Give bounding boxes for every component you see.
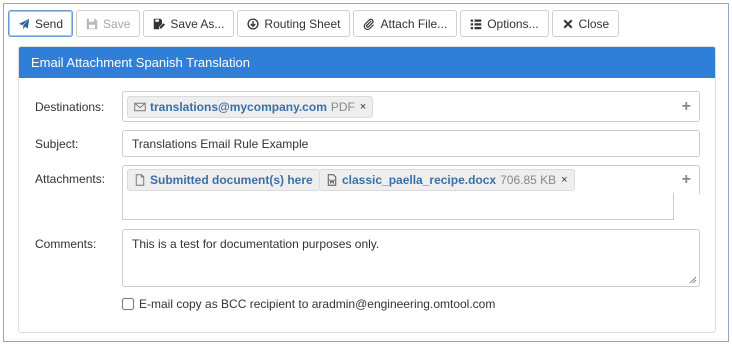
toolbar: Send Save Save As... Routing Sheet Attac… [8, 10, 620, 38]
options-button[interactable]: Options... [460, 10, 549, 37]
attach-file-label: Attach File... [380, 16, 448, 31]
attachments-field[interactable]: Submitted document(s) here classic_paell… [122, 165, 700, 194]
close-button[interactable]: Close [551, 10, 620, 37]
floppy-disk-icon [86, 18, 98, 29]
x-icon [563, 19, 572, 28]
bcc-checkbox[interactable] [122, 298, 134, 310]
panel-header: Email Attachment Spanish Translation [19, 47, 715, 78]
destinations-label: Destinations: [35, 100, 105, 114]
send-button[interactable]: Send [8, 10, 74, 37]
attachment-tag-submitted[interactable]: Submitted document(s) here [127, 169, 320, 191]
routing-sheet-button[interactable]: Routing Sheet [237, 10, 351, 37]
circle-arrow-down-icon [247, 17, 259, 30]
destination-format: PDF [330, 100, 355, 114]
save-label: Save [103, 16, 131, 31]
remove-attachment-button[interactable]: × [561, 174, 567, 186]
comments-label: Comments: [35, 237, 97, 251]
save-button[interactable]: Save [76, 10, 141, 37]
resize-handle-icon[interactable] [689, 276, 697, 284]
comments-textarea[interactable]: This is a test for documentation purpose… [122, 229, 700, 287]
subject-value: Translations Email Rule Example [132, 137, 309, 151]
attachments-drop-area[interactable] [122, 193, 674, 220]
add-destination-button[interactable]: + [682, 99, 691, 115]
attachment-name: classic_paella_recipe.docx [342, 173, 497, 187]
remove-destination-button[interactable]: × [360, 101, 366, 113]
paperclip-icon [364, 18, 375, 30]
close-label: Close [578, 16, 610, 31]
destinations-field[interactable]: translations@mycompany.com PDF × + [122, 91, 700, 122]
attachments-label: Attachments: [35, 172, 106, 186]
attachment-tag-docx[interactable]: classic_paella_recipe.docx 706.85 KB × [319, 169, 575, 191]
save-as-label: Save As... [170, 16, 225, 31]
list-icon [470, 19, 482, 29]
bcc-label: E-mail copy as BCC recipient to aradmin@… [139, 297, 496, 311]
subject-label: Subject: [35, 137, 79, 151]
paper-plane-icon [18, 18, 30, 29]
word-document-icon [327, 174, 337, 186]
subject-input[interactable]: Translations Email Rule Example [122, 130, 700, 157]
options-label: Options... [487, 16, 539, 31]
panel-title: Email Attachment Spanish Translation [31, 55, 250, 70]
bcc-option[interactable]: E-mail copy as BCC recipient to aradmin@… [122, 297, 495, 311]
send-label: Send [35, 16, 64, 31]
document-icon [135, 174, 145, 186]
envelope-icon [134, 102, 146, 112]
email-rule-panel: Email Attachment Spanish Translation Des… [18, 46, 716, 333]
comments-value: This is a test for documentation purpose… [132, 237, 380, 251]
add-attachment-button[interactable]: + [682, 172, 691, 188]
routing-sheet-label: Routing Sheet [264, 16, 341, 31]
attach-file-button[interactable]: Attach File... [353, 10, 458, 37]
attachment-size: 706.85 KB [500, 173, 557, 187]
save-as-button[interactable]: Save As... [143, 10, 235, 37]
destination-address: translations@mycompany.com [150, 100, 327, 114]
destination-tag[interactable]: translations@mycompany.com PDF × [127, 96, 374, 118]
floppy-pencil-icon [154, 18, 166, 29]
email-window: Send Save Save As... Routing Sheet Attac… [3, 3, 729, 342]
attachment-name: Submitted document(s) here [150, 173, 313, 187]
